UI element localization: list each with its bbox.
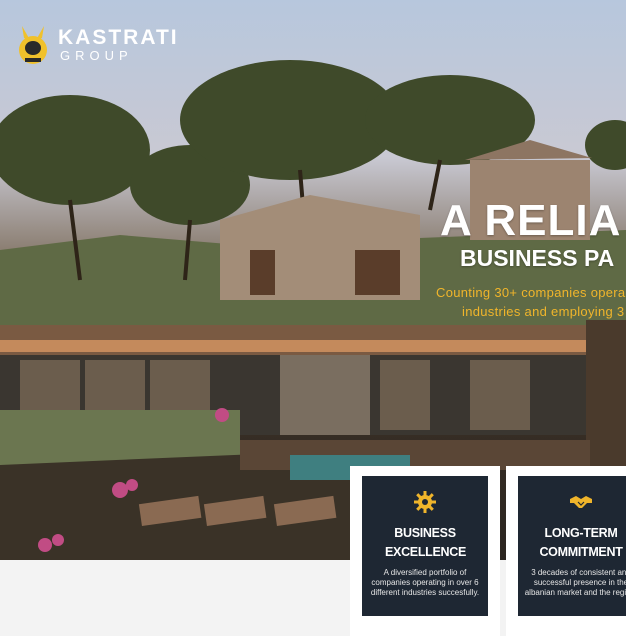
handshake-icon — [570, 496, 592, 508]
card-title: BUSINESS EXCELLENCE — [385, 526, 467, 559]
feature-card-business-excellence: BUSINESS EXCELLENCE A diversified portfo… — [350, 466, 500, 636]
logo-sub-text: GROUP — [60, 48, 133, 63]
card-title: LONG-TERM COMMITMENT — [539, 526, 623, 559]
hero-subheadline: BUSINESS PA — [460, 245, 615, 271]
card-description: A diversified portfolio of companies ope… — [370, 568, 480, 597]
hero-tagline-line-1: Counting 30+ companies opera — [436, 285, 626, 300]
logo[interactable]: KASTRATI GROUP — [16, 22, 179, 68]
feature-card-long-term-commitment: LONG-TERM COMMITMENT 3 decades of consis… — [506, 466, 626, 636]
eagle-crest-icon — [19, 26, 47, 64]
hero-tagline-line-2: industries and employing 3 — [462, 304, 625, 319]
logo-brand-text: KASTRATI — [58, 26, 179, 49]
hero-headline: A RELIA — [440, 196, 622, 245]
card-description: 3 decades of consistent and successful p… — [524, 568, 626, 597]
gear-icon — [414, 491, 436, 513]
